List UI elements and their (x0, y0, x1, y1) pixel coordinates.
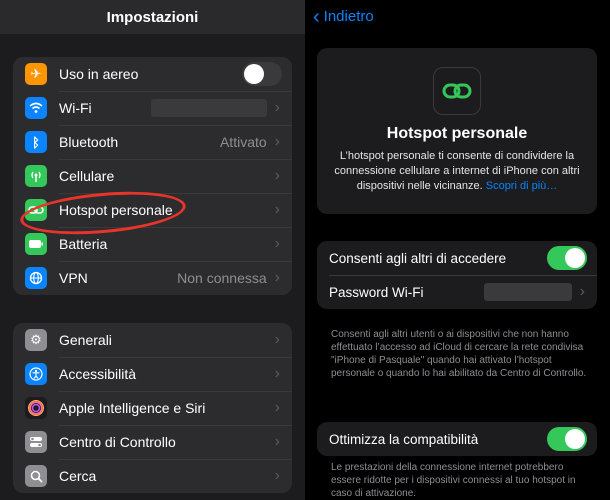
allow-others-label: Consenti agli altri di accedere (329, 250, 507, 266)
sidebar-item-label: Bluetooth (59, 134, 119, 150)
allow-others-footnote: Consenti agli altri utenti o ai disposit… (331, 329, 587, 379)
sidebar-item-label: Apple Intelligence e Siri (59, 400, 206, 416)
sidebar-item-label: Cerca (59, 468, 97, 484)
toggle-knob (565, 429, 585, 449)
sidebar-item-label: Generali (59, 332, 112, 348)
sidebar-item-label: Centro di Controllo (59, 434, 176, 450)
allow-others-row[interactable]: Consenti agli altri di accedere (317, 241, 597, 275)
settings-group-connectivity: ✈ Uso in aereo Wi-Fi › ᛒ Bluetooth Attiv… (13, 57, 292, 295)
sidebar-item-airplane[interactable]: ✈ Uso in aereo (13, 57, 292, 91)
bluetooth-icon: ᛒ (25, 131, 47, 153)
hotspot-settings-group: Consenti agli altri di accedere Password… (317, 241, 597, 309)
sidebar-item-label: Batteria (59, 236, 108, 252)
compatibility-label: Ottimizza la compatibilità (329, 431, 479, 447)
chevron-right-icon: › (274, 467, 280, 484)
sidebar-item-accessibility[interactable]: Accessibilità › (13, 357, 292, 391)
sidebar-item-label: Uso in aereo (59, 66, 139, 82)
chevron-right-icon: › (274, 399, 280, 416)
sidebar-item-general[interactable]: ⚙ Generali › (13, 323, 292, 357)
bluetooth-status: Attivato (219, 134, 267, 150)
sidebar-item-label: Accessibilità (59, 366, 137, 382)
back-label: Indietro (323, 8, 374, 25)
sidebar-item-control-center[interactable]: Centro di Controllo › (13, 425, 292, 459)
hotspot-info-card: Hotspot personale L’hotspot personale ti… (317, 48, 597, 214)
sidebar-item-vpn[interactable]: VPN Non connessa › (13, 261, 292, 295)
card-title: Hotspot personale (386, 125, 528, 142)
sidebar-title: Impostazioni (0, 0, 305, 34)
sidebar-item-bluetooth[interactable]: ᛒ Bluetooth Attivato › (13, 125, 292, 159)
chevron-right-icon: › (274, 269, 280, 286)
hotspot-detail-pane: ‹ Indietro Hotspot personale L’hotspot p… (305, 0, 610, 500)
sidebar-item-siri[interactable]: Apple Intelligence e Siri › (13, 391, 292, 425)
airplane-icon: ✈ (25, 63, 47, 85)
sidebar-item-label: Hotspot personale (59, 202, 173, 218)
compatibility-row[interactable]: Ottimizza la compatibilità (317, 422, 597, 456)
hotspot-link-icon (433, 67, 481, 115)
battery-icon (25, 233, 47, 255)
sidebar-item-search[interactable]: Cerca › (13, 459, 292, 493)
antenna-icon (25, 165, 47, 187)
chevron-right-icon: › (274, 133, 280, 150)
wifi-password-row[interactable]: Password Wi-Fi › (317, 275, 597, 309)
sidebar-item-label: Wi-Fi (59, 100, 92, 116)
compatibility-toggle[interactable] (547, 427, 587, 451)
wifi-password-redacted (483, 283, 572, 301)
sidebar-item-cellular[interactable]: Cellulare › (13, 159, 292, 193)
toggle-knob (244, 64, 264, 84)
chevron-left-icon: ‹ (313, 5, 320, 28)
chevron-right-icon: › (274, 99, 280, 116)
sidebar-item-label: VPN (59, 270, 88, 286)
back-button[interactable]: ‹ Indietro (313, 5, 374, 28)
compatibility-group: Ottimizza la compatibilità (317, 422, 597, 456)
chevron-right-icon: › (274, 201, 280, 218)
card-description: L’hotspot personale ti consente di condi… (329, 149, 585, 194)
chevron-right-icon: › (274, 331, 280, 348)
accessibility-icon (25, 363, 47, 385)
allow-others-toggle[interactable] (547, 246, 587, 270)
wifi-password-label: Password Wi-Fi (329, 284, 424, 300)
sidebar-item-battery[interactable]: Batteria › (13, 227, 292, 261)
settings-sidebar: Impostazioni ✈ Uso in aereo Wi-Fi › ᛒ Bl… (0, 0, 305, 500)
settings-group-general: ⚙ Generali › Accessibilità › Apple Intel… (13, 323, 292, 493)
vpn-status: Non connessa (177, 270, 267, 286)
wifi-icon (25, 97, 47, 119)
link-icon (25, 199, 47, 221)
sidebar-item-wifi[interactable]: Wi-Fi › (13, 91, 292, 125)
chevron-right-icon: › (579, 283, 585, 300)
toggle-knob (565, 248, 585, 268)
learn-more-link[interactable]: Scopri di più… (486, 180, 558, 192)
siri-icon (25, 397, 47, 419)
sidebar-item-label: Cellulare (59, 168, 115, 184)
wifi-network-redacted (150, 99, 267, 117)
chevron-right-icon: › (274, 167, 280, 184)
chevron-right-icon: › (274, 365, 280, 382)
chevron-right-icon: › (274, 433, 280, 450)
gear-icon: ⚙ (25, 329, 47, 351)
compatibility-footnote: Le prestazioni della connessione interne… (331, 462, 576, 499)
toggles-icon (25, 431, 47, 453)
sidebar-item-hotspot[interactable]: Hotspot personale › (13, 193, 292, 227)
globe-icon (25, 267, 47, 289)
airplane-mode-toggle[interactable] (242, 62, 282, 86)
chevron-right-icon: › (274, 235, 280, 252)
search-icon (25, 465, 47, 487)
